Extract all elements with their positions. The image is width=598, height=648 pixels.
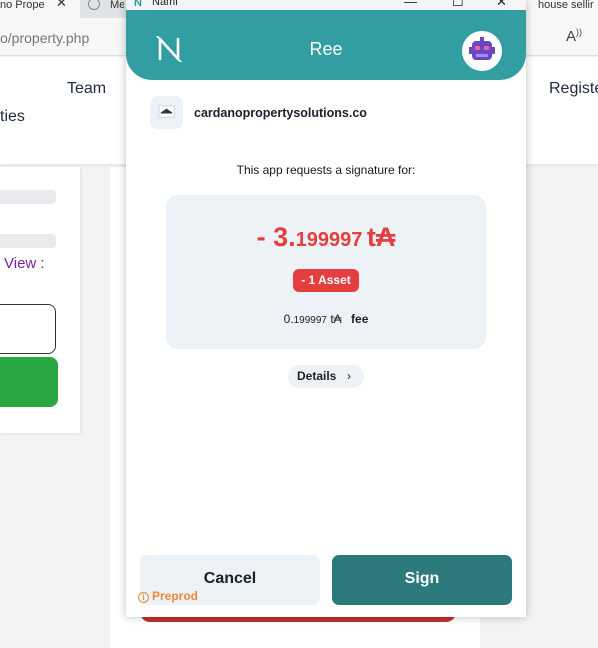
maximize-button[interactable]: ☐ xyxy=(452,0,464,10)
amount-unit: t₳ xyxy=(366,222,396,252)
url-path: /property.php xyxy=(7,30,90,46)
wallet-header: Ree xyxy=(126,10,526,80)
tab-label: house sellir xyxy=(538,0,594,11)
fee-integer: 0. xyxy=(283,312,294,326)
placeholder-bar xyxy=(0,190,56,204)
network-label: Preprod xyxy=(152,589,199,603)
asset-count-badge[interactable]: - 1 Asset xyxy=(293,269,359,292)
details-button[interactable]: Details › xyxy=(288,365,364,388)
info-icon: i xyxy=(138,592,149,603)
window-titlebar: N Nami — ☐ ✕ xyxy=(126,0,526,10)
fee-decimals: 199997 xyxy=(293,315,327,326)
nami-popup-window: N Nami — ☐ ✕ Ree cardanopropertysolution… xyxy=(126,0,526,617)
dapp-origin: cardanopropertysolutions.co xyxy=(150,96,500,130)
browser-tab-property[interactable]: no Prope ✕ xyxy=(0,0,80,18)
site-input-field[interactable] xyxy=(0,304,56,354)
nav-link-team[interactable]: Team xyxy=(67,80,106,98)
fee-line: 0.199997 t₳ fee xyxy=(166,312,486,326)
amount-decimals: 199997 xyxy=(295,229,363,251)
amount-integer: - 3. xyxy=(256,222,296,252)
browser-tab-me[interactable]: Me xyxy=(84,0,124,18)
minimize-button[interactable]: — xyxy=(404,0,417,9)
read-aloud-icon[interactable]: A)) xyxy=(566,27,582,45)
url-prefix: o xyxy=(0,30,8,46)
url-text[interactable]: o/property.php xyxy=(0,30,89,46)
view-label: View : xyxy=(4,255,45,272)
account-avatar[interactable] xyxy=(462,31,502,71)
nami-small-logo-icon: N xyxy=(134,0,142,9)
window-title: Nami xyxy=(152,0,178,8)
dapp-favicon xyxy=(150,96,183,129)
dapp-url: cardanopropertysolutions.co xyxy=(194,106,367,120)
transaction-summary: - 3.199997 t₳ - 1 Asset 0.199997 t₳ fee xyxy=(166,195,486,349)
nav-link-register[interactable]: Registe xyxy=(549,80,598,98)
sign-button[interactable]: Sign xyxy=(332,555,512,605)
network-indicator: i Preprod xyxy=(138,589,198,603)
house-icon xyxy=(158,105,175,118)
tab-label: Me xyxy=(110,0,124,11)
signature-request-text: This app requests a signature for: xyxy=(236,163,416,177)
close-window-button[interactable]: ✕ xyxy=(496,0,507,10)
tab-label: no Prope xyxy=(0,0,45,10)
fee-unit: t₳ xyxy=(330,312,342,326)
browser-tab-house-selling[interactable]: house sellir xyxy=(526,0,598,18)
property-card: View : xyxy=(0,167,80,433)
details-label: Details xyxy=(297,369,337,383)
fee-label: fee xyxy=(351,312,369,326)
tab-close-icon[interactable]: ✕ xyxy=(56,0,67,9)
nav-link-properties[interactable]: ties xyxy=(0,108,25,126)
robot-avatar-icon xyxy=(469,37,495,60)
globe-icon xyxy=(88,0,100,10)
chevron-right-icon: › xyxy=(347,369,351,383)
site-green-button[interactable] xyxy=(0,357,58,407)
placeholder-bar xyxy=(0,234,56,248)
transaction-amount: - 3.199997 t₳ xyxy=(166,222,486,253)
